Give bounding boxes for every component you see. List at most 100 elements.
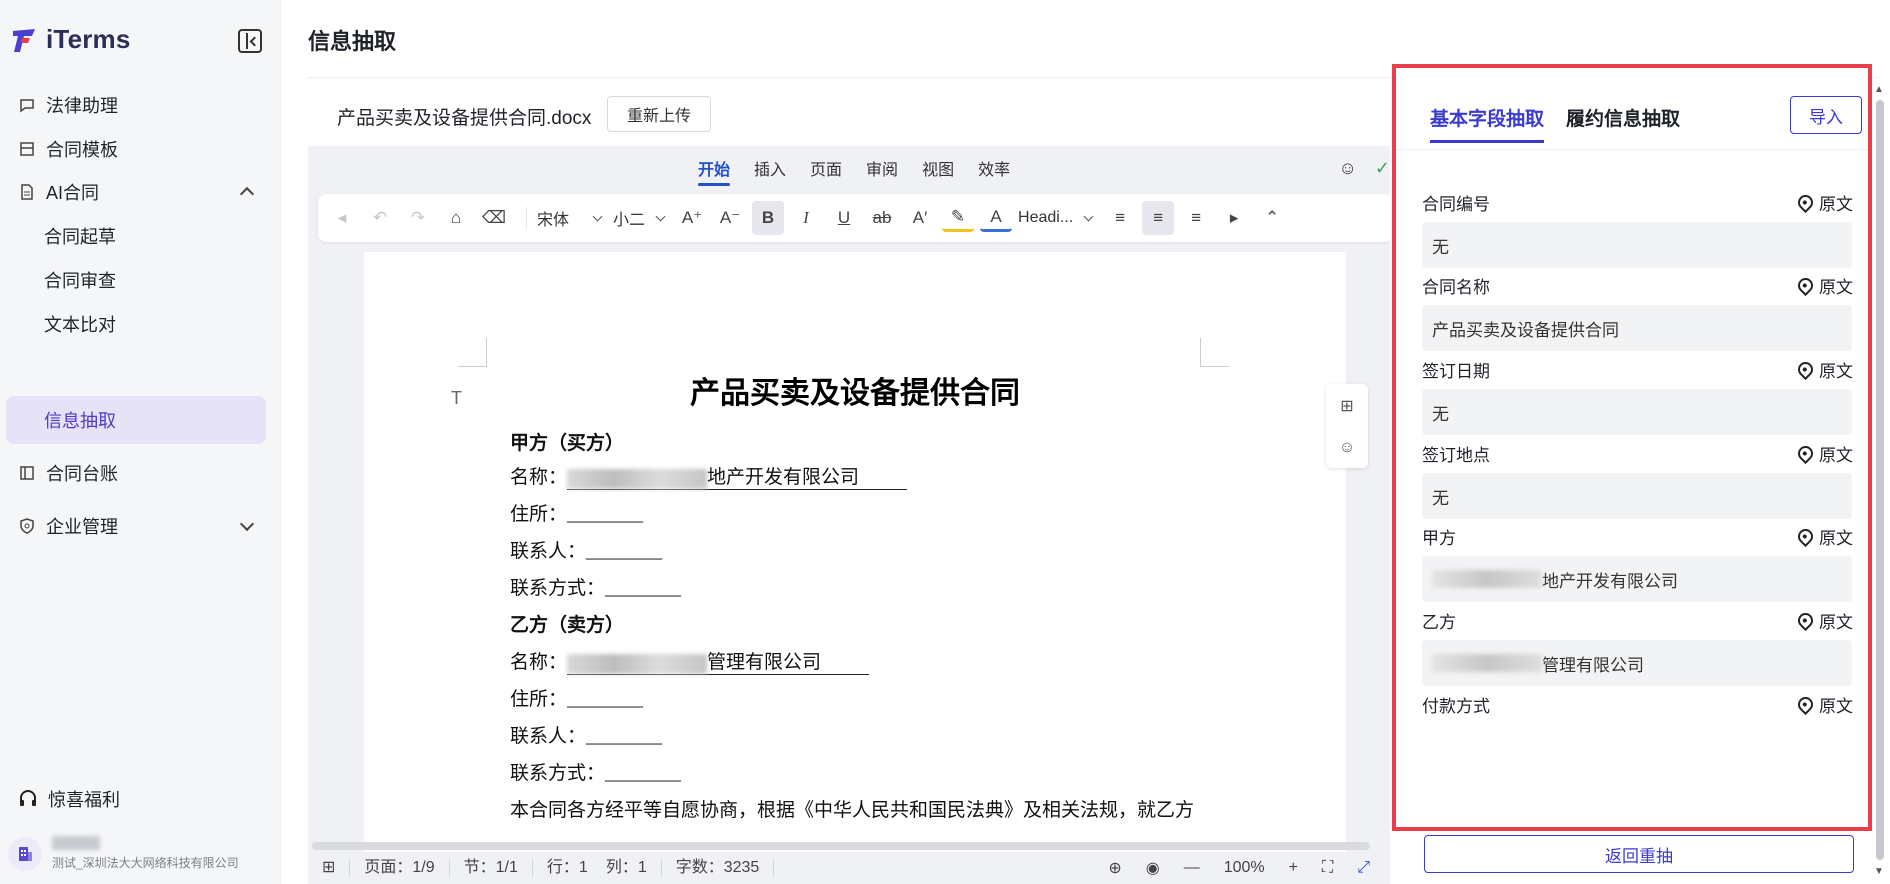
cloud-saved-icon[interactable]: ✓ <box>1375 158 1390 179</box>
zoom-in-icon[interactable]: + <box>1289 859 1298 877</box>
scroll-up-icon[interactable]: ▲ <box>1874 84 1884 95</box>
emoji-icon[interactable]: ☺ <box>1339 439 1355 457</box>
view-source-link[interactable]: 原文 <box>1794 608 1853 633</box>
eraser-icon[interactable]: ⌫ <box>478 201 510 235</box>
field-label-sign-date: 签订日期 <box>1422 362 1490 381</box>
view-source-link[interactable]: 原文 <box>1794 692 1853 717</box>
party-a-address: 住所：________ <box>510 504 644 525</box>
sidebar-item-ai-contract[interactable]: AI合同 <box>6 168 266 216</box>
source-label: 原文 <box>1819 613 1853 632</box>
strikethrough-icon[interactable]: ab <box>866 201 898 235</box>
view-source-link[interactable]: 原文 <box>1794 273 1853 298</box>
field-value-party-b[interactable]: 管理有限公司 <box>1422 640 1852 686</box>
menu-tab-page[interactable]: 页面 <box>810 156 842 186</box>
menu-tab-start[interactable]: 开始 <box>698 156 731 186</box>
redo-icon[interactable]: ↷ <box>402 201 434 235</box>
party-a-value: 地产开发有限公司 <box>1542 571 1678 591</box>
font-size-select[interactable]: 小二 <box>613 206 666 230</box>
align-center-icon[interactable]: ≡ <box>1142 201 1175 235</box>
bold-icon[interactable]: B <box>752 201 785 235</box>
align-left-icon[interactable]: ≡ <box>1104 201 1136 235</box>
text-effect-icon[interactable]: A′ <box>904 201 936 235</box>
page-nav-icon[interactable]: ⊞ <box>308 859 351 877</box>
party-a-name-line: 名称： 地产开发有限公司 <box>510 462 907 490</box>
field-value-sign-place[interactable]: 无 <box>1422 473 1852 519</box>
fit-page-icon[interactable]: ⛶ <box>1322 859 1333 877</box>
assistant-icon[interactable]: ☺ <box>1339 158 1357 179</box>
arrow-left-icon[interactable]: ◂ <box>326 201 358 235</box>
document-page[interactable]: T 产品买卖及设备提供合同 甲方（买方） 名称： 地产开发有限公司 住所：____… <box>364 252 1346 884</box>
font-increase-icon[interactable]: A⁺ <box>676 201 708 235</box>
highlight-icon[interactable]: ✎ <box>942 205 975 232</box>
format-painter-icon[interactable]: ⌂ <box>440 201 472 235</box>
vertical-scrollbar[interactable] <box>1876 100 1884 860</box>
field-value-party-a[interactable]: 地产开发有限公司 <box>1422 556 1852 602</box>
undo-icon[interactable]: ↶ <box>364 201 396 235</box>
re-extract-button[interactable]: 返回重抽 <box>1424 835 1854 873</box>
add-comment-icon[interactable]: ⊞ <box>1340 396 1353 416</box>
font-color-icon[interactable]: A <box>980 205 1013 232</box>
fullscreen-icon[interactable]: ⤢ <box>1357 859 1370 877</box>
more-right-icon[interactable]: ▸ <box>1218 201 1250 235</box>
import-button[interactable]: 导入 <box>1790 96 1862 134</box>
tab-performance-info[interactable]: 履约信息抽取 <box>1566 104 1680 143</box>
field-value-contract-number[interactable]: 无 <box>1422 222 1852 268</box>
sidebar-item-enterprise-management[interactable]: 企业管理 <box>6 502 266 550</box>
collapse-toolbar-icon[interactable]: ⌃ <box>1256 201 1288 235</box>
menu-tab-efficiency[interactable]: 效率 <box>978 156 1010 186</box>
heading-style-select[interactable]: Headi... <box>1018 209 1094 227</box>
view-source-link[interactable]: 原文 <box>1794 524 1853 549</box>
sidebar-item-legal-assistant[interactable]: 法律助理 <box>6 81 266 129</box>
view-source-link[interactable]: 原文 <box>1794 190 1853 215</box>
party-b-contact-method: 联系方式：________ <box>510 763 682 784</box>
horizontal-scrollbar[interactable] <box>312 842 1370 850</box>
status-word-count: 字数：3235 <box>662 859 775 877</box>
collapse-sidebar-icon[interactable] <box>238 29 262 53</box>
reupload-button[interactable]: 重新上传 <box>607 96 711 132</box>
view-source-link[interactable]: 原文 <box>1794 441 1853 466</box>
menu-tab-review[interactable]: 审阅 <box>866 156 898 186</box>
source-label: 原文 <box>1819 697 1853 716</box>
eye-icon[interactable]: ◉ <box>1146 858 1160 878</box>
sidebar-item-contract-draft[interactable]: 合同起草 <box>6 212 266 260</box>
globe-icon[interactable]: ⊕ <box>1108 858 1121 878</box>
field-label-contract-name: 合同名称 <box>1422 278 1490 297</box>
headset-icon <box>20 790 36 806</box>
view-source-link[interactable]: 原文 <box>1794 357 1853 382</box>
sidebar-item-text-compare[interactable]: 文本比对 <box>6 300 266 348</box>
location-pin-icon <box>1794 358 1817 381</box>
party-b-name-suffix: 管理有限公司 <box>707 652 822 673</box>
font-decrease-icon[interactable]: A⁻ <box>714 201 746 235</box>
user-profile[interactable]: 测试_深圳法大大网络科技有限公司 <box>8 836 239 871</box>
menu-tab-view[interactable]: 视图 <box>922 156 954 186</box>
status-row: 行：1 <box>546 859 588 876</box>
sidebar-item-label: 企业管理 <box>46 517 118 537</box>
tab-basic-fields[interactable]: 基本字段抽取 <box>1430 104 1545 143</box>
scroll-down-icon[interactable]: ▼ <box>1874 866 1884 877</box>
zoom-out-icon[interactable]: — <box>1184 859 1200 877</box>
field-value-sign-date[interactable]: 无 <box>1422 389 1852 435</box>
sidebar-item-contract-template[interactable]: 合同模板 <box>6 125 266 173</box>
sidebar-item-contract-review[interactable]: 合同审查 <box>6 256 266 304</box>
menu-tab-insert[interactable]: 插入 <box>754 156 786 186</box>
document-body-text: 本合同各方经平等自愿协商，根据《中华人民共和国民法典》及相关法规，就乙方 <box>510 800 1195 821</box>
underline-icon[interactable]: U <box>828 201 860 235</box>
field-value-contract-name[interactable]: 产品买卖及设备提供合同 <box>1422 305 1852 351</box>
location-pin-icon <box>1794 191 1817 214</box>
sidebar-item-label: 法律助理 <box>46 96 118 116</box>
panel-tabs: 基本字段抽取 履约信息抽取 <box>1430 104 1680 143</box>
app-logo[interactable]: iTerms <box>10 24 131 55</box>
field-label-party-b: 乙方 <box>1422 613 1456 632</box>
sidebar-item-info-extract[interactable]: 信息抽取 <box>6 396 266 444</box>
gift-link[interactable]: 惊喜福利 <box>18 786 120 812</box>
align-right-icon[interactable]: ≡ <box>1180 201 1212 235</box>
party-a-heading: 甲方（买方） <box>510 433 625 454</box>
location-pin-icon <box>1794 525 1817 548</box>
sidebar-item-label: 合同审查 <box>44 271 116 291</box>
source-label: 原文 <box>1819 446 1853 465</box>
font-family-select[interactable]: 宋体 <box>537 206 603 230</box>
sidebar-item-contract-ledger[interactable]: 合同台账 <box>6 449 266 497</box>
italic-icon[interactable]: I <box>790 201 822 235</box>
field-label-contract-number: 合同编号 <box>1422 195 1490 214</box>
source-label: 原文 <box>1819 529 1853 548</box>
